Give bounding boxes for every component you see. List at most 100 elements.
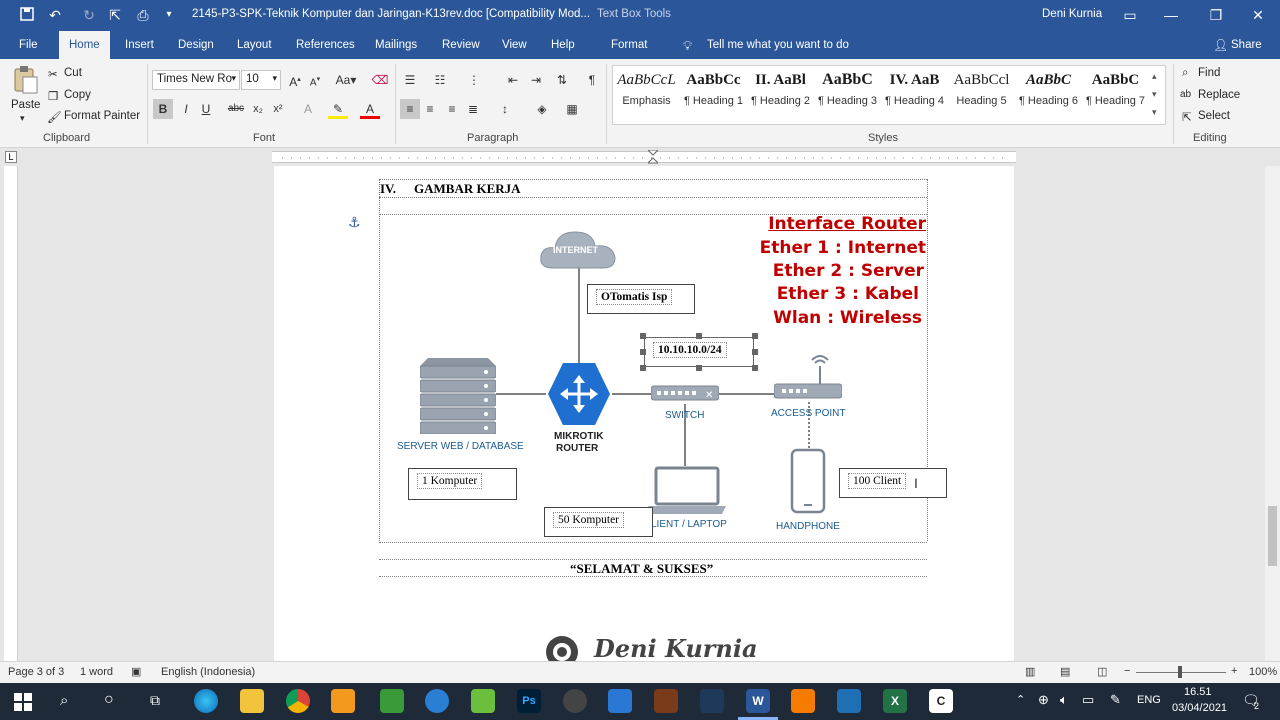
ribbon-display-icon[interactable]: ▭ [1121, 6, 1139, 24]
tab-view[interactable]: View [492, 31, 537, 59]
close-icon[interactable]: ✕ [1249, 6, 1267, 24]
client-count-textbox[interactable]: 100 Client [839, 468, 947, 498]
bullets-icon[interactable]: ☰ [400, 70, 420, 90]
sort-icon[interactable]: ⇅ [552, 70, 572, 90]
font-name-select[interactable]: Times New Ro ▾ [152, 70, 240, 90]
excel-icon[interactable]: X [883, 689, 907, 713]
vertical-ruler[interactable] [4, 166, 18, 661]
app-icon-6[interactable] [837, 689, 861, 713]
strikethrough-icon[interactable]: abc [226, 99, 246, 119]
language-status[interactable]: English (Indonesia) [161, 666, 255, 678]
decrease-indent-icon[interactable]: ⇤ [503, 70, 523, 90]
tab-selector-icon[interactable]: L [5, 151, 17, 163]
media-player-icon[interactable] [331, 689, 355, 713]
style-heading-7[interactable]: AaBbC ¶ Heading 7 [1082, 65, 1149, 123]
app-icon-2[interactable] [471, 689, 495, 713]
save-icon[interactable] [18, 6, 36, 24]
superscript-icon[interactable]: x² [268, 99, 288, 119]
style-heading-4[interactable]: IV. AaB ¶ Heading 4 [881, 65, 948, 123]
tray-chevron-icon[interactable]: ⌃ [1016, 693, 1025, 706]
page-count[interactable]: Page 3 of 3 [8, 666, 64, 678]
tab-references[interactable]: References [286, 31, 365, 59]
style-heading-1[interactable]: AaBbCc ¶ Heading 1 [680, 65, 747, 123]
xampp-icon[interactable] [791, 689, 815, 713]
find-icon[interactable]: ⌕ [1182, 67, 1188, 80]
justify-icon[interactable]: ≣ [463, 99, 483, 119]
subscript-icon[interactable]: x₂ [248, 99, 268, 119]
word-count[interactable]: 1 word [80, 666, 113, 678]
zoom-out-icon[interactable]: − [1124, 665, 1130, 677]
tab-design[interactable]: Design [168, 31, 224, 59]
clock-time[interactable]: 16.51 [1184, 686, 1212, 698]
document-page[interactable]: IV. GAMBAR KERJA ⚓︎ INTERNET OTomatis Is… [274, 166, 1014, 668]
word-icon[interactable]: W [746, 689, 770, 713]
proofing-icon[interactable]: ▣ [131, 665, 141, 678]
format-painter-icon[interactable]: 🖌︎ [47, 110, 62, 124]
undo-icon[interactable]: ↶ [46, 6, 64, 24]
camtasia-icon[interactable] [380, 689, 404, 713]
align-left-icon[interactable]: ≡ [400, 99, 420, 119]
pointer-icon[interactable]: ⇱ [106, 6, 124, 24]
windows-start-icon[interactable] [14, 693, 32, 711]
pen-icon[interactable]: ✎ [1110, 692, 1121, 708]
read-mode-icon[interactable]: ▥ [1025, 665, 1035, 678]
app-icon-1[interactable] [425, 689, 449, 713]
horizontal-ruler[interactable]: L [0, 148, 1280, 166]
ruler-bar[interactable] [272, 151, 1016, 163]
minimize-icon[interactable]: — [1162, 6, 1180, 24]
tab-mailings[interactable]: Mailings [365, 31, 427, 59]
zoom-slider-thumb[interactable] [1178, 666, 1182, 678]
line-spacing-icon[interactable]: ↕ [495, 99, 515, 119]
copy-button[interactable]: Copy [64, 89, 91, 101]
redo-icon[interactable]: ↻ [80, 6, 98, 24]
tab-insert[interactable]: Insert [115, 31, 164, 59]
align-right-icon[interactable]: ≡ [442, 99, 462, 119]
clear-formatting-icon[interactable]: ⌫ [370, 70, 390, 90]
volume-icon[interactable]: 🔈︎ [1060, 692, 1068, 708]
scissors-icon[interactable]: ✂ [48, 67, 58, 81]
paste-button[interactable]: Paste [11, 99, 40, 111]
battery-icon[interactable]: ▭ [1082, 692, 1094, 708]
share-button[interactable]: Share [1221, 31, 1272, 59]
tab-format[interactable]: Format [601, 31, 657, 59]
cortana-icon[interactable]: ○ [104, 691, 114, 709]
chrome-icon[interactable] [286, 689, 310, 713]
isp-textbox[interactable]: OTomatis Isp [587, 284, 695, 314]
search-icon[interactable]: ⌕ [60, 692, 68, 709]
styles-scroll-icon[interactable]: ▴ ▾ ▾ [1152, 67, 1157, 121]
indent-marker-icon[interactable] [646, 149, 660, 164]
app-icon-4[interactable] [654, 689, 678, 713]
style-emphasis[interactable]: AaBbCcL Emphasis [613, 65, 680, 123]
print-layout-icon[interactable]: ▤ [1060, 665, 1070, 678]
maximize-icon[interactable]: ❐ [1207, 6, 1225, 24]
bold-icon[interactable]: B [153, 99, 173, 119]
user-name[interactable]: Deni Kurnia [1042, 8, 1102, 20]
numbering-icon[interactable]: ☷ [430, 70, 450, 90]
app-icon-3[interactable] [563, 689, 587, 713]
style-heading-3[interactable]: AaBbC ¶ Heading 3 [814, 65, 881, 123]
server-count-textbox[interactable]: 1 Komputer [408, 468, 517, 500]
zoom-level[interactable]: 100% [1249, 666, 1277, 678]
photoshop-icon[interactable]: Ps [517, 689, 541, 713]
copy-icon[interactable]: ❐ [48, 89, 58, 103]
tell-me-search[interactable]: Tell me what you want to do [697, 31, 859, 59]
task-view-icon[interactable]: ⧉ [150, 692, 160, 709]
zoom-in-icon[interactable]: + [1231, 665, 1237, 677]
grow-font-icon[interactable]: A▴ [285, 70, 305, 90]
todo-icon[interactable] [608, 689, 632, 713]
replace-button[interactable]: Replace [1198, 89, 1240, 101]
customize-qat-icon[interactable]: ▾ [160, 6, 178, 24]
file-explorer-icon[interactable] [240, 689, 264, 713]
borders-icon[interactable]: ▦ [562, 99, 582, 119]
style-heading-6[interactable]: AaBbC ¶ Heading 6 [1015, 65, 1082, 123]
shrink-font-icon[interactable]: A▾ [305, 70, 325, 90]
clock-date[interactable]: 03/04/2021 [1172, 702, 1227, 714]
app-icon-5[interactable] [700, 689, 724, 713]
replace-icon[interactable]: ab [1180, 89, 1191, 100]
font-color-icon[interactable]: A [360, 99, 380, 119]
change-case-icon[interactable]: Aa▾ [333, 70, 359, 90]
edge-icon[interactable] [194, 689, 218, 713]
text-effects-icon[interactable]: A [298, 99, 318, 119]
tab-help[interactable]: Help [541, 31, 585, 59]
shading-icon[interactable]: ◈ [532, 99, 552, 119]
